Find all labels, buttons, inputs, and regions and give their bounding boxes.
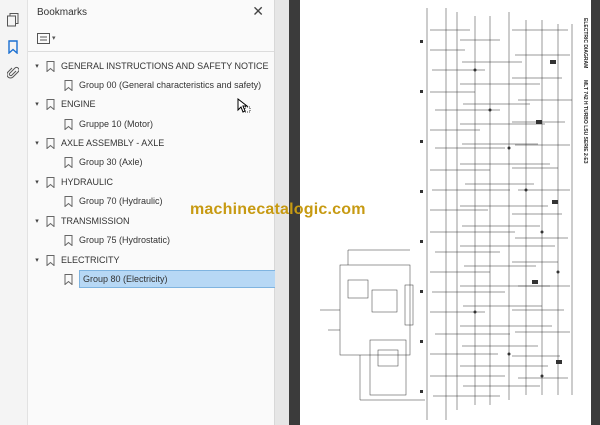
bookmark-item-transmission[interactable]: ▾ TRANSMISSION	[32, 212, 130, 230]
close-icon[interactable]: ✕	[252, 4, 264, 18]
watermark-text: machinecatalogic.com	[190, 201, 366, 218]
diagram-title-text: ELECTRIC DIAGRAM	[582, 18, 588, 69]
bookmark-item-electricity[interactable]: ▾ ELECTRICITY	[32, 251, 120, 269]
chevron-down-icon: ▾	[52, 35, 56, 42]
bookmark-label-selected: Group 80 (Electricity)	[79, 270, 277, 288]
bookmark-icon[interactable]	[5, 39, 21, 55]
chevron-down-icon[interactable]: ▾	[32, 100, 42, 108]
bookmark-label: Group 00 (General characteristics and sa…	[79, 80, 262, 90]
bookmark-icon	[64, 273, 73, 285]
bookmark-item-hydraulic[interactable]: ▾ HYDRAULIC	[32, 173, 113, 191]
bookmark-label: ENGINE	[61, 99, 96, 109]
bookmark-icon	[46, 176, 55, 188]
bookmark-item-group-00[interactable]: Group 00 (General characteristics and sa…	[60, 76, 261, 94]
bookmark-item-general-instructions[interactable]: ▾ GENERAL INSTRUCTIONS AND SAFETY NOTICE	[32, 57, 269, 75]
bookmark-item-engine[interactable]: ▾ ENGINE	[32, 95, 96, 113]
bookmark-item-group-80[interactable]: Group 80 (Electricity)	[60, 270, 277, 288]
bookmark-icon	[46, 254, 55, 266]
bookmark-label: ELECTRICITY	[61, 255, 120, 265]
bookmark-label: Group 75 (Hydrostatic)	[79, 235, 171, 245]
bookmark-label: GENERAL INSTRUCTIONS AND SAFETY NOTICE	[61, 61, 269, 71]
chevron-down-icon[interactable]: ▾	[32, 256, 42, 264]
bookmark-label: Group 70 (Hydraulic)	[79, 196, 163, 206]
list-options-icon	[37, 32, 50, 44]
bookmark-icon	[46, 98, 55, 110]
pages-icon[interactable]	[5, 12, 21, 28]
mouse-cursor-icon	[237, 98, 251, 113]
bookmark-label: Gruppe 10 (Motor)	[79, 119, 154, 129]
bookmark-item-axle-assembly[interactable]: ▾ AXLE ASSEMBLY - AXLE	[32, 134, 164, 152]
bookmark-options-button[interactable]: ▾	[37, 30, 59, 46]
left-tool-rail	[0, 0, 28, 425]
bookmark-label: HYDRAULIC	[61, 177, 114, 187]
bookmark-icon	[46, 215, 55, 227]
bookmark-icon	[64, 156, 73, 168]
chevron-down-icon[interactable]: ▾	[32, 178, 42, 186]
bookmark-icon	[64, 195, 73, 207]
bookmark-item-group-30[interactable]: Group 30 (Axle)	[60, 153, 143, 171]
bookmark-label: TRANSMISSION	[61, 216, 130, 226]
chevron-down-icon[interactable]: ▾	[32, 217, 42, 225]
chevron-down-icon[interactable]: ▾	[32, 139, 42, 147]
bookmark-icon	[64, 118, 73, 130]
bookmark-icon	[46, 60, 55, 72]
bookmark-icon	[64, 79, 73, 91]
attachment-icon[interactable]	[5, 65, 21, 81]
bookmark-item-gruppe-10[interactable]: Gruppe 10 (Motor)	[60, 115, 153, 133]
diagram-model-text: MLT 742 H TURBO LSU SERIE 2-E3	[582, 80, 588, 164]
bookmark-label: Group 30 (Axle)	[79, 157, 143, 167]
bookmark-item-group-70[interactable]: Group 70 (Hydraulic)	[60, 192, 163, 210]
bookmark-item-group-75[interactable]: Group 75 (Hydrostatic)	[60, 231, 170, 249]
divider	[28, 51, 274, 52]
bookmark-icon	[64, 234, 73, 246]
panel-title: Bookmarks	[37, 7, 88, 18]
bookmark-icon	[46, 137, 55, 149]
bookmark-label: AXLE ASSEMBLY - AXLE	[61, 138, 165, 148]
chevron-down-icon[interactable]: ▾	[32, 62, 42, 70]
